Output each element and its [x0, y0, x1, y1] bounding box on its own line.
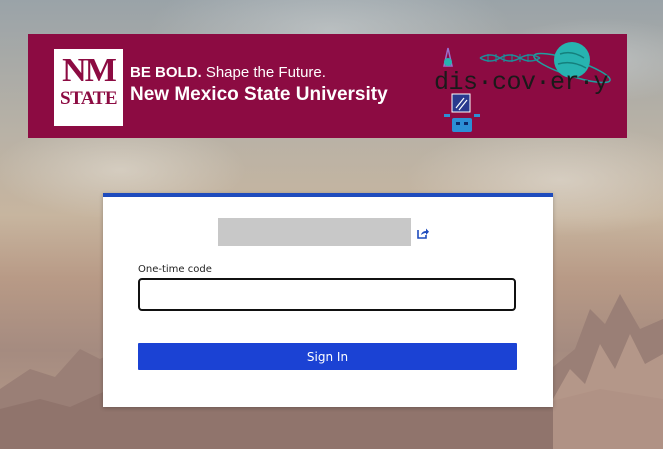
discovery-wordmark: dis·cov·er·y: [434, 68, 609, 97]
nm-state-logo: NM STATE: [54, 49, 123, 126]
nmsu-banner: NM STATE BE BOLD. Shape the Future. New …: [28, 34, 627, 138]
one-time-code-label: One-time code: [138, 264, 212, 275]
university-name: New Mexico State University: [130, 84, 388, 105]
banner-tagline: BE BOLD. Shape the Future.: [130, 64, 326, 81]
username-display: [218, 218, 411, 246]
tagline-rest: Shape the Future.: [201, 64, 326, 81]
sign-in-button[interactable]: Sign In: [138, 343, 517, 370]
switch-account-icon[interactable]: [416, 226, 430, 240]
one-time-code-input[interactable]: [138, 278, 516, 311]
login-card: One-time code Sign In: [103, 193, 553, 407]
tagline-bold: BE BOLD.: [130, 64, 202, 81]
